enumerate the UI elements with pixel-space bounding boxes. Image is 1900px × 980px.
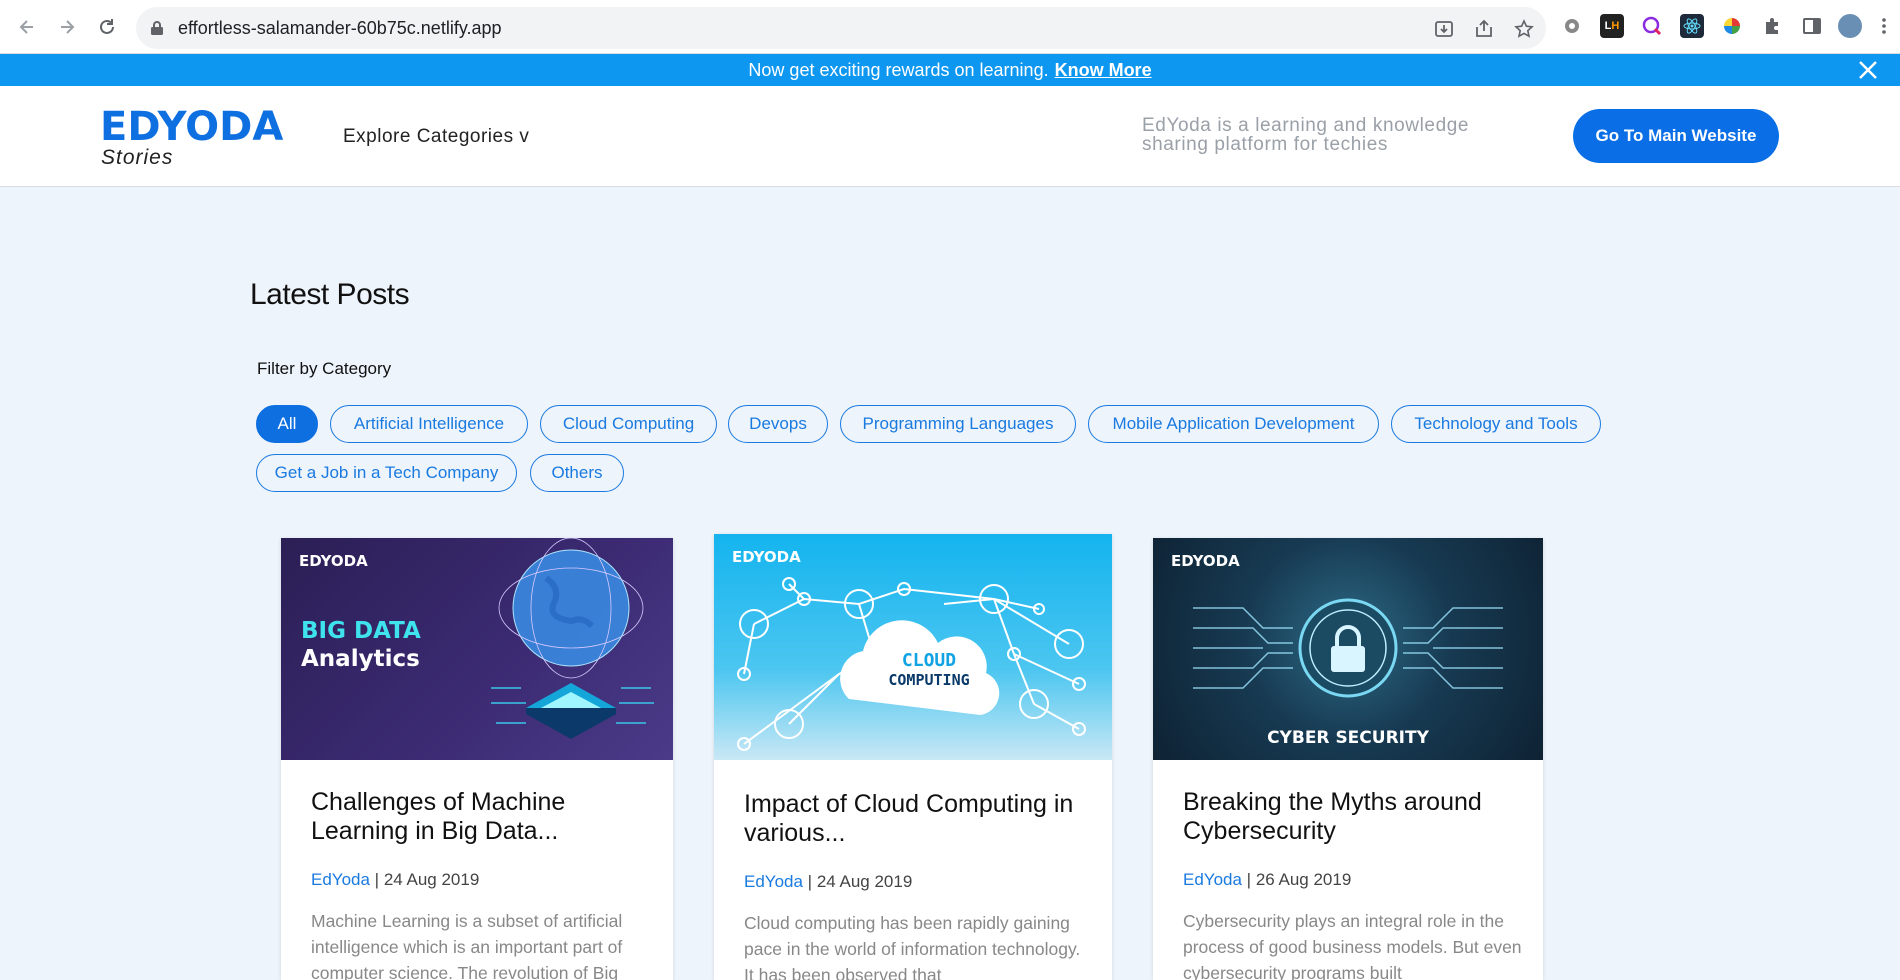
post-author[interactable]: EdYoda [311,870,370,889]
post-card[interactable]: EDYODA BIG DATA Analytics Challenges of … [281,538,673,980]
post-excerpt: Machine Learning is a subset of artifici… [311,911,623,980]
browser-toolbar: effortless-salamander-60b75c.netlify.app… [0,0,1900,54]
stories-logo-subtitle: Stories [101,146,174,169]
forward-arrow-icon [61,20,75,34]
post-author[interactable]: EdYoda [744,872,803,891]
explore-categories-dropdown[interactable]: Explore Categories v [343,126,529,148]
react-devtools-icon[interactable] [1680,14,1704,38]
category-chip-technology-and-tools[interactable]: Technology and Tools [1391,405,1601,443]
thumbnail-title-line-2: Analytics [301,646,420,672]
post-excerpt: Cybersecurity plays an integral role in … [1183,911,1522,980]
extensions-puzzle-icon[interactable] [1760,14,1784,38]
category-chip-cloud-computing[interactable]: Cloud Computing [540,405,717,443]
post-title[interactable]: Challenges of Machine Learning in Big Da… [311,788,651,846]
know-more-link[interactable]: Know More [1055,60,1152,81]
header-tagline: EdYoda is a learning and knowledge shari… [1142,115,1470,155]
lighthouse-extension-icon[interactable]: LH [1600,14,1624,38]
thumbnail-title-line-2: COMPUTING [888,671,970,689]
announcement-bar: Now get exciting rewards on learning. Kn… [0,54,1900,86]
close-icon[interactable] [1856,58,1880,82]
post-date: 24 Aug 2019 [816,872,913,891]
address-bar[interactable]: effortless-salamander-60b75c.netlify.app [136,7,1546,49]
category-chip-devops[interactable]: Devops [728,405,828,443]
post-excerpt: Cloud computing has been rapidly gaining… [744,913,1081,980]
edyoda-logo[interactable]: EDYODA [100,104,283,150]
post-thumbnail: EDYODA CLOUD COMPUTING [714,534,1112,760]
reload-button[interactable] [92,12,122,42]
bookmark-star-icon[interactable] [1512,17,1536,41]
gear-extension-icon[interactable] [1560,14,1584,38]
category-chip-artificial-intelligence[interactable]: Artificial Intelligence [330,405,528,443]
category-chip-programming-languages[interactable]: Programming Languages [840,405,1076,443]
thumbnail-title-line-1: CLOUD [901,650,957,671]
go-to-main-website-button[interactable]: Go To Main Website [1573,109,1779,163]
thumbnail-title-line-1: BIG DATA [301,618,421,644]
profile-avatar[interactable] [1838,14,1862,38]
thumbnail-brand: EDYODA [299,552,368,570]
post-title[interactable]: Impact of Cloud Computing in various... [744,790,1084,848]
post-thumbnail: EDYODA CYBER SECURITY [1153,538,1543,760]
category-chip-all[interactable]: All [256,405,318,443]
category-chip-others[interactable]: Others [530,454,624,492]
post-title[interactable]: Breaking the Myths around Cybersecurity [1183,788,1523,846]
filter-label: Filter by Category [257,359,392,378]
lock-icon [151,21,163,35]
post-meta: EdYoda | 24 Aug 2019 [311,870,480,889]
post-meta: EdYoda | 26 Aug 2019 [1183,870,1352,889]
globe-chip-illustration [491,538,654,739]
cloud-network-illustration [737,577,1086,751]
post-meta: EdYoda | 24 Aug 2019 [744,872,913,891]
post-author[interactable]: EdYoda [1183,870,1242,889]
post-thumbnail: EDYODA BIG DATA Analytics [281,538,673,760]
share-icon[interactable] [1472,17,1496,41]
announcement-text: Now get exciting rewards on learning. [748,59,1049,80]
padlock-circuit-illustration [1193,598,1503,698]
browser-menu-icon[interactable] [1872,14,1896,38]
post-date: 24 Aug 2019 [383,870,480,889]
side-panel-icon[interactable] [1800,14,1824,38]
category-chip-mobile-application-development[interactable]: Mobile Application Development [1088,405,1379,443]
post-card[interactable]: EDYODA CLOUD COMPUTING Impact of Cloud C… [714,534,1112,980]
url-text: effortless-salamander-60b75c.netlify.app [178,18,502,38]
thumbnail-title: CYBER SECURITY [1267,728,1429,748]
forward-button[interactable] [52,12,82,42]
back-arrow-icon [19,20,33,34]
back-button[interactable] [12,12,42,42]
site-header: EDYODA Stories Explore Categories v EdYo… [0,86,1900,187]
category-chip-get-a-job[interactable]: Get a Job in a Tech Company [256,454,517,492]
color-picker-extension-icon[interactable] [1720,14,1744,38]
post-card[interactable]: EDYODA CYBER SECURITY Breaking the Myths… [1153,538,1543,980]
post-date: 26 Aug 2019 [1255,870,1352,889]
page-title: Latest Posts [250,278,410,311]
reload-icon [100,19,114,34]
query-extension-icon[interactable] [1640,14,1664,38]
install-app-icon[interactable] [1432,17,1456,41]
